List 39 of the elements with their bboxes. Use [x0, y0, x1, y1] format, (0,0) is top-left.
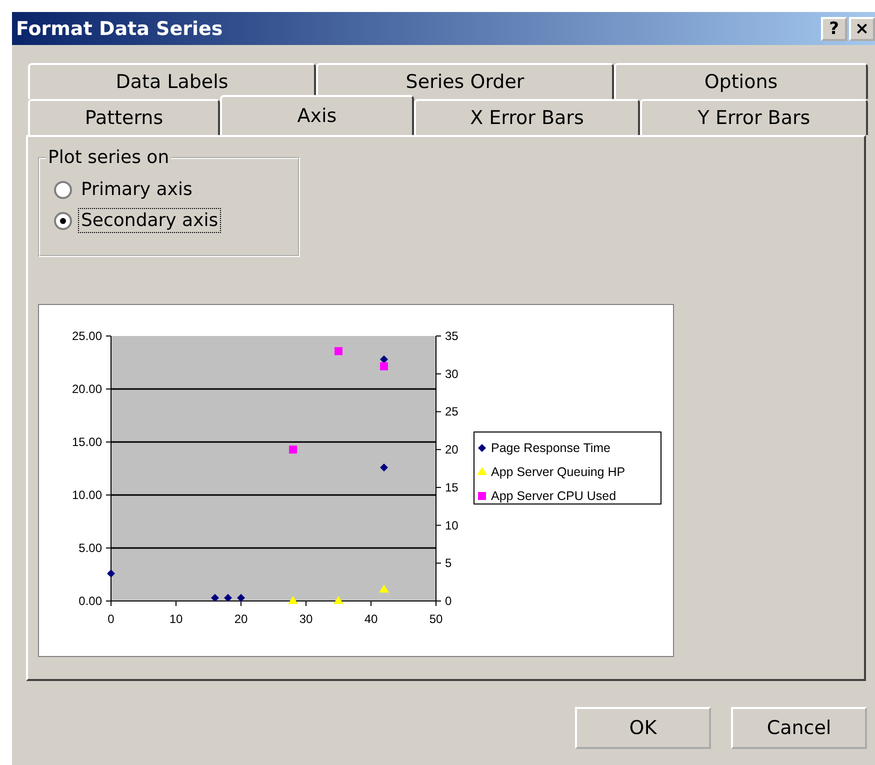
axis-label: 40: [364, 612, 378, 626]
axis-label: 20: [234, 612, 248, 626]
axis-label: 5: [445, 556, 452, 570]
tab[interactable]: Options: [614, 63, 868, 99]
axis-label: 30: [299, 612, 313, 626]
window-title: Format Data Series: [16, 18, 223, 40]
legend-label: Page Response Time: [491, 441, 611, 455]
axis-label: 50: [429, 612, 443, 626]
axis-label: 10.00: [72, 488, 102, 502]
tab[interactable]: Data Labels: [28, 63, 316, 99]
axis-label: 0.00: [78, 594, 102, 608]
axis-label: 20: [445, 442, 458, 457]
tab[interactable]: X Error Bars: [414, 99, 640, 135]
axis-label: 10: [445, 518, 458, 532]
axis-label: 0: [108, 612, 114, 626]
axis-label: 0: [445, 594, 452, 608]
tab[interactable]: Axis: [220, 95, 414, 135]
axis-label: 25: [445, 404, 458, 419]
radio-button[interactable]: [54, 180, 72, 198]
axis-label: 25.00: [72, 329, 102, 343]
axis-label: 10: [169, 612, 183, 626]
radio-label[interactable]: Primary axis: [78, 177, 196, 202]
help-button[interactable]: ?: [821, 16, 847, 40]
tab[interactable]: Y Error Bars: [640, 99, 868, 135]
legend-label: App Server CPU Used: [491, 489, 616, 503]
cancel-button[interactable]: Cancel: [731, 707, 867, 749]
axis-label: 15: [445, 480, 458, 494]
tab[interactable]: Patterns: [28, 99, 220, 135]
tab[interactable]: Series Order: [316, 63, 614, 99]
radio-label[interactable]: Secondary axis: [78, 208, 222, 233]
axis-label: 35: [445, 329, 458, 343]
radio-button[interactable]: [54, 212, 72, 230]
ok-button[interactable]: OK: [575, 707, 711, 749]
axis-label: 30: [445, 366, 458, 381]
axis-label: 20.00: [72, 382, 102, 396]
axis-label: 15.00: [72, 435, 102, 449]
axis-label: 5.00: [78, 541, 102, 555]
close-button[interactable]: ×: [849, 16, 875, 40]
legend-label: App Server Queuing HP: [491, 465, 626, 479]
